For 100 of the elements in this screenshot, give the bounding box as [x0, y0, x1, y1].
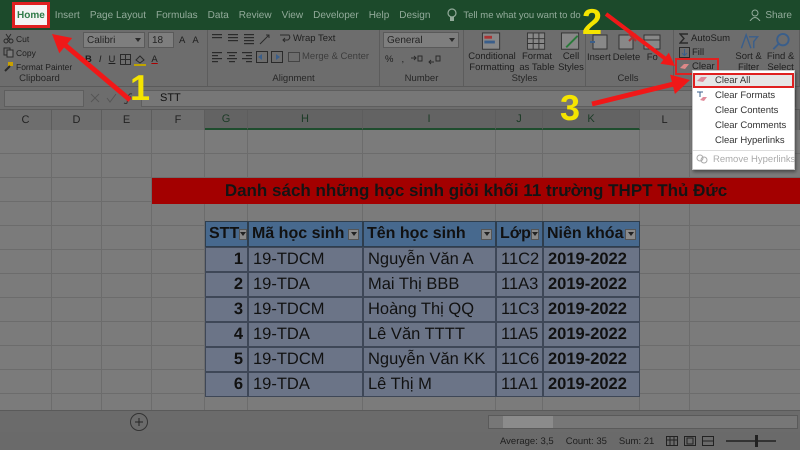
table-cell: 19-TDA: [248, 322, 363, 347]
table-cell: 2: [205, 272, 248, 297]
align-center-icon[interactable]: [226, 50, 238, 62]
page-layout-icon[interactable]: [684, 436, 696, 446]
ribbon-button[interactable]: Conditional Formatting: [467, 32, 517, 73]
copy-icon: [3, 47, 14, 58]
font-name-field[interactable]: Calibri: [83, 32, 145, 48]
menu-item[interactable]: Clear Comments: [693, 118, 794, 133]
lightbulb-icon: [447, 8, 458, 22]
ribbon-tab[interactable]: Formulas: [150, 2, 203, 28]
table-cell: Nguyễn Văn KK: [363, 347, 496, 372]
table-cell: Hoàng Thị QQ: [363, 297, 496, 322]
normal-view-icon[interactable]: [666, 436, 678, 446]
toolbar-button[interactable]: U: [106, 53, 118, 66]
ribbon-button[interactable]: Delete: [612, 32, 642, 73]
status-text: Average: 3,5: [500, 436, 554, 446]
align-right-icon[interactable]: [241, 50, 253, 62]
toolbar-button[interactable]: A: [177, 34, 188, 46]
status-text: Sum: 21: [618, 436, 654, 446]
table-cell: 2019-2022: [543, 347, 640, 372]
caret-icon: [484, 232, 490, 236]
table-cell: 2019-2022: [543, 297, 640, 322]
header-text: Tên học sinh: [367, 225, 466, 243]
header-text: Mã học sinh: [252, 225, 344, 243]
table-cell: 3: [205, 297, 248, 322]
insert-cells-icon: [588, 32, 609, 52]
toolbar-button[interactable]: Wrap Text: [277, 32, 338, 45]
conditional-formatting-icon: [481, 32, 503, 52]
format-eraser-icon: [696, 90, 708, 102]
table-cell: Lê Thị M: [363, 372, 496, 397]
toolbar-button[interactable]: %: [383, 53, 396, 66]
ribbon-tab[interactable]: Insert: [50, 2, 85, 28]
filter-button[interactable]: [348, 228, 359, 240]
caret-icon: [628, 232, 634, 236]
ribbon-button[interactable]: Find & Select: [765, 32, 796, 73]
toolbar-button[interactable]: Format Painter: [3, 60, 72, 73]
sigma-icon: [679, 33, 689, 44]
menu-item[interactable]: Clear All: [693, 73, 794, 88]
caret-icon: [532, 232, 538, 236]
table-cell: 2019-2022: [543, 272, 640, 297]
table-cell: 11C3: [496, 297, 543, 322]
ribbon-tab[interactable]: Page Layout: [84, 2, 151, 28]
decrease-decimal-icon[interactable]: [428, 54, 442, 66]
ribbon-button[interactable]: Sort & Filter: [734, 32, 764, 73]
toolbar-button[interactable]: ,: [399, 53, 406, 66]
slider-thumb[interactable]: [754, 435, 758, 447]
column-header[interactable]: J: [496, 110, 543, 130]
page-break-icon[interactable]: [702, 436, 714, 446]
check-icon[interactable]: [106, 93, 117, 103]
increase-indent-icon[interactable]: [271, 50, 283, 62]
table-cell: 11C2: [496, 247, 543, 272]
group-label: Alignment: [271, 73, 316, 86]
search-prompt[interactable]: Tell me what you want to do: [463, 10, 581, 20]
ribbon-tab[interactable]: Review: [234, 2, 277, 28]
cell-styles-icon: [560, 32, 582, 52]
table-cell: 11A1: [496, 372, 543, 397]
column-header[interactable]: I: [363, 110, 496, 130]
borders-icon[interactable]: [120, 54, 132, 65]
toolbar-button[interactable]: Copy: [3, 46, 36, 59]
ribbon-tab[interactable]: Developer: [308, 2, 364, 28]
table-cell: 19-TDCM: [248, 247, 363, 272]
ribbon-tab[interactable]: Data: [202, 2, 234, 28]
align-left-icon[interactable]: [211, 50, 223, 62]
toolbar-button[interactable]: A: [149, 53, 160, 66]
decrease-indent-icon[interactable]: [256, 50, 268, 62]
caret-icon: [240, 232, 246, 236]
group-label: Styles: [510, 73, 538, 86]
caret-icon: [135, 38, 141, 42]
toolbar-button[interactable]: A: [190, 34, 201, 46]
table-cell: 2019-2022: [543, 322, 640, 347]
filter-button[interactable]: [239, 228, 248, 240]
menu-item[interactable]: Clear Formats: [693, 88, 794, 103]
toolbar-button[interactable]: AutoSum: [677, 32, 732, 45]
toolbar-button[interactable]: Cut: [3, 32, 30, 45]
share-button[interactable]: Share: [765, 10, 792, 20]
menu-item[interactable]: Clear Hyperlinks: [693, 133, 794, 148]
filter-button[interactable]: [625, 228, 636, 240]
filter-button[interactable]: [530, 228, 539, 240]
toolbar-button[interactable]: Clear: [677, 60, 717, 73]
horizontal-scrollbar[interactable]: [488, 414, 798, 428]
fill-color-icon[interactable]: [134, 54, 146, 66]
align-bottom-icon[interactable]: [243, 32, 255, 44]
table-cell: 11A5: [496, 322, 543, 347]
ribbon-tab[interactable]: Design: [394, 2, 436, 28]
column-header[interactable]: H: [248, 110, 363, 130]
ribbon-tab[interactable]: View: [276, 2, 308, 28]
ribbon-tab[interactable]: Help: [364, 2, 394, 28]
column-header[interactable]: G: [205, 110, 248, 130]
add-sheet-button[interactable]: [130, 412, 148, 430]
number-format-field[interactable]: General: [383, 32, 459, 48]
toolbar-button[interactable]: I: [96, 53, 104, 66]
table-cell: 5: [205, 347, 248, 372]
ribbon-button[interactable]: Format as Table: [518, 32, 556, 73]
scissors-icon: [3, 33, 14, 44]
font-size-field[interactable]: 18: [148, 32, 174, 48]
magnifier-icon: [770, 32, 791, 52]
ribbon-tab[interactable]: Home: [12, 2, 50, 28]
toolbar-button[interactable]: Fill: [677, 46, 706, 59]
filter-button[interactable]: [481, 228, 492, 240]
paintbrush-icon: [3, 61, 14, 72]
